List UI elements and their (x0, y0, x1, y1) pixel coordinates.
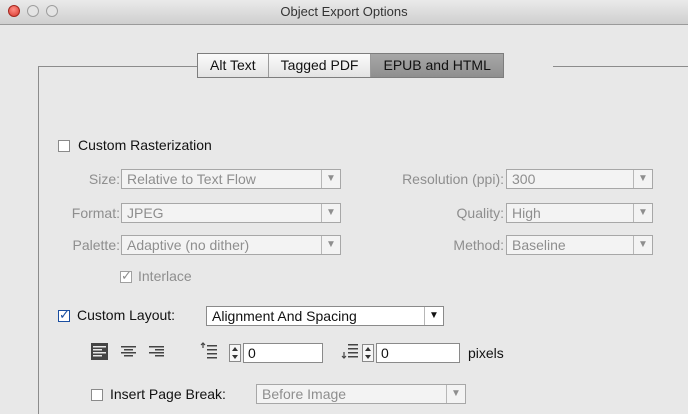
resolution-label: Resolution (ppi): (402, 171, 504, 187)
tab-bar: Alt Text Tagged PDF EPUB and HTML (197, 53, 504, 78)
palette-dropdown[interactable]: Adaptive (no dither) ▼ (121, 235, 341, 255)
align-center-icon[interactable] (120, 343, 137, 363)
space-after-stepper[interactable] (362, 344, 374, 362)
tab-tagged-pdf[interactable]: Tagged PDF (267, 54, 371, 77)
space-after-icon (341, 342, 359, 363)
resolution-dropdown[interactable]: 300 ▼ (506, 169, 653, 189)
chevron-down-icon: ▼ (321, 170, 340, 188)
title-bar: Object Export Options (0, 0, 688, 25)
align-left-icon[interactable] (91, 343, 108, 363)
space-before-icon (200, 342, 218, 363)
custom-layout-label: Custom Layout: (77, 307, 176, 323)
chevron-down-icon: ▼ (321, 204, 340, 222)
check-icon: ✓ (121, 268, 132, 283)
chevron-down-icon: ▼ (446, 385, 465, 403)
palette-label: Palette: (72, 237, 120, 253)
size-dropdown[interactable]: Relative to Text Flow ▼ (121, 169, 341, 189)
align-right-icon[interactable] (148, 343, 165, 363)
format-dropdown[interactable]: JPEG ▼ (121, 203, 341, 223)
check-icon: ✓ (59, 307, 70, 322)
format-value: JPEG (127, 205, 164, 221)
custom-rasterization-checkbox[interactable] (58, 140, 70, 152)
insert-page-break-checkbox[interactable] (91, 389, 103, 401)
chevron-down-icon: ▼ (424, 307, 443, 325)
space-after-input[interactable]: 0 (376, 343, 460, 363)
page-break-value: Before Image (262, 386, 347, 402)
palette-value: Adaptive (no dither) (127, 237, 250, 253)
chevron-down-icon: ▼ (633, 204, 652, 222)
tab-alt-text[interactable]: Alt Text (198, 54, 268, 77)
interlace-checkbox[interactable]: ✓ (120, 268, 132, 283)
quality-label: Quality: (456, 205, 504, 221)
custom-rasterization-label: Custom Rasterization (78, 137, 212, 153)
quality-dropdown[interactable]: High ▼ (506, 203, 653, 223)
custom-layout-dropdown[interactable]: Alignment And Spacing ▼ (206, 306, 444, 326)
size-value: Relative to Text Flow (127, 171, 256, 187)
method-dropdown[interactable]: Baseline ▼ (506, 235, 653, 255)
window-title: Object Export Options (280, 4, 408, 19)
resolution-value: 300 (512, 171, 536, 187)
format-label: Format: (71, 205, 120, 221)
method-value: Baseline (512, 237, 566, 253)
page-break-dropdown[interactable]: Before Image ▼ (256, 384, 466, 404)
chevron-down-icon: ▼ (633, 236, 652, 254)
size-label: Size: (88, 171, 120, 187)
space-before-input[interactable]: 0 (243, 343, 323, 363)
chevron-down-icon: ▼ (321, 236, 340, 254)
spacing-unit-label: pixels (468, 345, 504, 361)
insert-page-break-label: Insert Page Break: (110, 386, 226, 402)
chevron-down-icon: ▼ (633, 170, 652, 188)
interlace-label: Interlace (138, 268, 192, 284)
tab-epub-and-html[interactable]: EPUB and HTML (370, 54, 503, 77)
panel-border-left (38, 66, 39, 414)
panel-border-top-right (553, 66, 688, 67)
panel-border-top-left (38, 66, 198, 67)
custom-layout-value: Alignment And Spacing (212, 308, 357, 324)
method-label: Method: (453, 237, 504, 253)
quality-value: High (512, 205, 541, 221)
custom-layout-checkbox[interactable]: ✓ (58, 307, 70, 322)
space-before-stepper[interactable] (229, 344, 241, 362)
